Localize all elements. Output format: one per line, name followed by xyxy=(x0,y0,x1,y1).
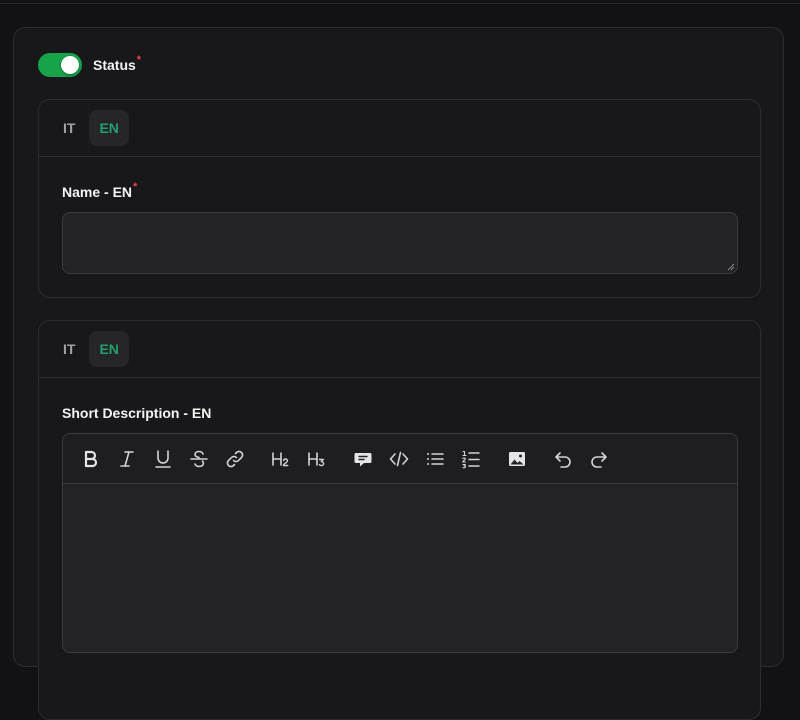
link-icon[interactable] xyxy=(221,445,249,473)
description-field-label: Short Description - EN xyxy=(62,405,212,421)
status-label: Status* xyxy=(93,54,142,73)
name-en-textarea[interactable] xyxy=(62,212,738,274)
tab-it[interactable]: IT xyxy=(53,331,85,367)
status-label-text: Status xyxy=(93,57,136,73)
name-label-text: Name - EN xyxy=(62,184,133,200)
redo-icon[interactable] xyxy=(585,445,613,473)
bullet-list-icon[interactable] xyxy=(421,445,449,473)
name-language-tabs: IT EN xyxy=(39,100,760,157)
italic-icon[interactable] xyxy=(113,445,141,473)
tab-en[interactable]: EN xyxy=(89,331,129,367)
name-field-label: Name - EN* xyxy=(62,181,138,200)
top-divider xyxy=(0,3,800,4)
underline-icon[interactable] xyxy=(149,445,177,473)
editor-content-area[interactable] xyxy=(63,484,737,652)
toggle-knob xyxy=(61,56,79,74)
heading-2-icon[interactable] xyxy=(267,445,295,473)
undo-icon[interactable] xyxy=(549,445,577,473)
heading-3-icon[interactable] xyxy=(303,445,331,473)
tab-en[interactable]: EN xyxy=(89,110,129,146)
strikethrough-icon[interactable] xyxy=(185,445,213,473)
tab-it[interactable]: IT xyxy=(53,110,85,146)
status-row: Status* xyxy=(38,52,141,78)
blockquote-icon[interactable] xyxy=(349,445,377,473)
short-description-editor xyxy=(62,433,738,653)
required-asterisk: * xyxy=(136,54,142,66)
description-translation-card: IT EN Short Description - EN xyxy=(38,320,761,720)
code-block-icon[interactable] xyxy=(385,445,413,473)
bold-icon[interactable] xyxy=(77,445,105,473)
resize-handle-icon[interactable] xyxy=(727,263,735,271)
name-translation-card: IT EN Name - EN* xyxy=(38,99,761,298)
required-asterisk: * xyxy=(133,181,138,193)
ordered-list-icon[interactable] xyxy=(457,445,485,473)
editor-toolbar xyxy=(63,434,737,484)
form-card: Status* IT EN Name - EN* IT EN Short Des… xyxy=(13,27,784,720)
description-language-tabs: IT EN xyxy=(39,321,760,378)
image-icon[interactable] xyxy=(503,445,531,473)
status-toggle[interactable] xyxy=(38,53,82,77)
